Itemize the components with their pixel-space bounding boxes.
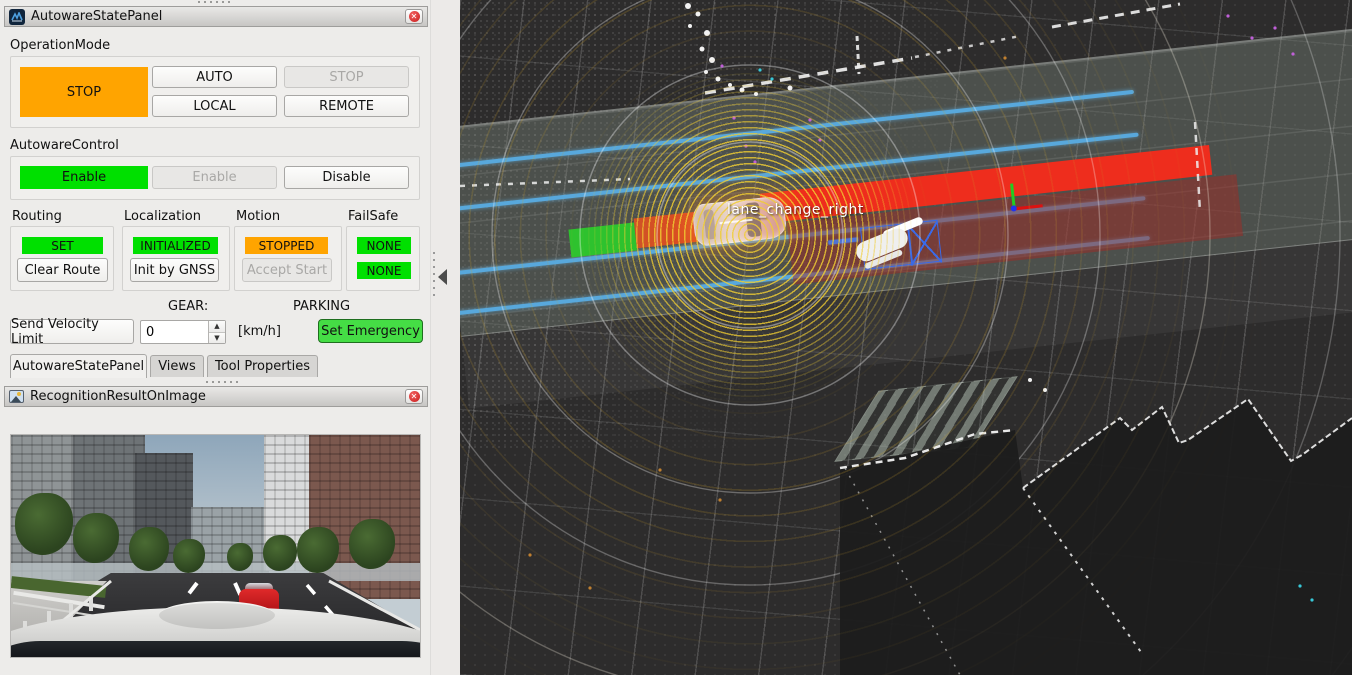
splitter-handle-dots[interactable] [433,252,435,298]
auto-button[interactable]: AUTO [152,66,277,88]
application-window: AutowareStatePanel ✕ OperationMode STOP … [0,0,1352,675]
gear-label: GEAR: [168,299,208,314]
send-velocity-limit-button[interactable]: Send Velocity Limit [10,319,134,344]
disable-button[interactable]: Disable [284,166,409,189]
image-panel-icon [9,390,24,403]
motion-status-badge: STOPPED [245,237,328,254]
autoware-logo-icon [9,9,25,25]
collapse-arrow-icon[interactable] [438,269,447,285]
enable-disabled-button[interactable]: Enable [152,166,277,189]
init-by-gnss-button[interactable]: Init by GNSS [130,258,219,282]
rviz-3d-viewport[interactable]: lane_change_right [460,0,1352,675]
lidar-ground-rings-outer [460,0,1350,675]
failsafe-label: FailSafe [348,209,398,224]
set-emergency-button[interactable]: Set Emergency [318,319,423,343]
failsafe-group [346,226,420,291]
clear-route-button[interactable]: Clear Route [17,258,108,282]
tab-views[interactable]: Views [150,355,204,377]
gear-value: PARKING [293,299,350,314]
localization-status-badge: INITIALIZED [133,237,218,254]
close-icon: ✕ [409,11,420,22]
failsafe-mrm-badge: NONE [357,237,411,254]
stop-active-button[interactable]: STOP [20,67,148,117]
ego-hood-scoop [159,601,275,629]
recognition-close-button[interactable]: ✕ [405,389,423,404]
accept-start-button[interactable]: Accept Start [242,258,332,282]
remote-button[interactable]: REMOTE [284,95,409,117]
enable-active-button[interactable]: Enable [20,166,148,189]
autoware-control-label: AutowareControl [10,138,119,153]
dock-drag-handle-2[interactable] [206,381,240,383]
path-maneuver-label: lane_change_right [727,202,864,218]
tab-tool-properties[interactable]: Tool Properties [207,355,318,377]
left-dock: AutowareStatePanel ✕ OperationMode STOP … [0,0,430,675]
localization-label: Localization [124,209,201,224]
operation-mode-label: OperationMode [10,38,110,53]
dock-drag-handle[interactable] [198,1,232,3]
lidar-scan-rings [580,65,920,405]
local-button[interactable]: LOCAL [152,95,277,117]
spinbox-steppers[interactable]: ▲▼ [208,321,225,343]
state-panel-titlebar[interactable]: AutowareStatePanel ✕ [4,6,428,27]
ego-dashboard [10,641,421,658]
close-button[interactable]: ✕ [405,9,423,24]
recognition-panel-title: RecognitionResultOnImage [30,389,405,404]
routing-status-badge: SET [22,237,103,254]
routing-label: Routing [12,209,62,224]
velocity-limit-spinbox[interactable]: ▲▼ [140,320,226,344]
close-icon: ✕ [409,391,420,402]
stop-disabled-button[interactable]: STOP [284,66,409,88]
camera-image-view [10,434,421,658]
recognition-panel-titlebar[interactable]: RecognitionResultOnImage ✕ [4,386,428,407]
spin-up-icon[interactable]: ▲ [209,321,225,333]
failsafe-behavior-badge: NONE [357,262,411,279]
motion-label: Motion [236,209,280,224]
velocity-unit-label: [km/h] [238,324,281,339]
dock-tabbar: AutowareStatePanel Views Tool Properties [0,354,430,378]
tab-autoware-state-panel[interactable]: AutowareStatePanel [10,354,147,378]
spin-down-icon[interactable]: ▼ [209,333,225,344]
velocity-limit-input[interactable] [141,321,208,343]
dock-splitter[interactable] [430,0,460,675]
state-panel-title: AutowareStatePanel [31,9,405,24]
